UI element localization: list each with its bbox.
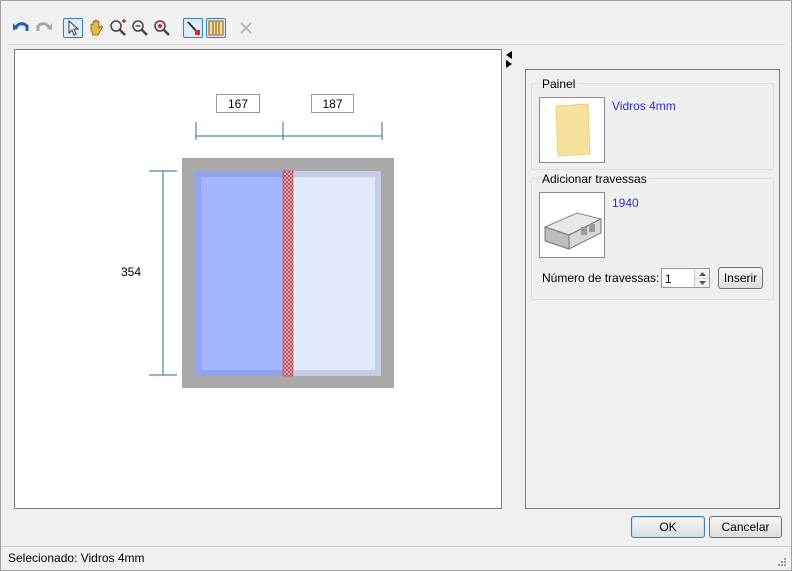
toolbar-separator [231,19,232,39]
redo-button[interactable] [34,18,54,38]
panel-item-label[interactable]: Vidros 4mm [612,99,676,113]
insert-button[interactable]: Inserir [718,267,763,289]
panel-group-title: Painel [540,77,578,91]
panel-group: Painel Vidros 4mm [531,77,774,170]
panel-thumbnail[interactable] [539,97,605,163]
zoom-out-icon [132,20,148,36]
pan-tool-button[interactable] [86,18,106,38]
crossbar-item-label[interactable]: 1940 [612,196,639,210]
toolbar [8,15,785,45]
zoom-in-button[interactable] [108,18,128,38]
crossbar-group-title: Adicionar travessas [540,172,649,186]
aluminium-profile-icon [543,212,603,250]
glass-panel-icon [555,103,591,157]
select-tool-button[interactable] [63,18,83,38]
resize-grip-icon[interactable] [777,557,787,567]
redo-icon [36,22,52,31]
splitter-toggle[interactable] [504,49,514,69]
status-bar: Selecionado: Vidros 4mm [1,546,791,570]
crossbar-count-stepper[interactable]: 1 [661,268,710,288]
expand-right-arrow-icon [506,60,512,68]
properties-panel: Painel Vidros 4mm Adicionar travessas 19… [525,69,780,509]
crossbar-tool-icon [187,21,200,35]
pan-hand-icon [90,19,103,36]
toolbar-separator [59,19,60,39]
zoom-fit-icon [154,20,170,36]
zoom-out-button[interactable] [130,18,150,38]
stepper-down-button[interactable] [695,278,709,287]
crossbar-tool-button[interactable] [183,18,203,38]
delete-icon [240,22,252,34]
vertical-dimension-line [149,170,177,376]
collapse-left-arrow-icon [506,51,512,59]
stepper-up-button[interactable] [695,269,709,278]
undo-button[interactable] [11,18,31,38]
dialog-window: 167 187 354 Painel Vidros 4mm Adicionar … [0,0,792,571]
crossbar-thumbnail[interactable] [539,192,605,258]
crossbar-count-value[interactable]: 1 [665,272,672,286]
zoom-in-icon [110,19,126,36]
window-drawing [149,122,394,388]
delete-button[interactable] [236,18,256,38]
pointer-icon [68,20,80,36]
crossbar-count-label: Número de travessas: [542,271,660,285]
panel-tool-button[interactable] [206,18,226,38]
caret-down-icon [698,281,706,285]
status-text: Selecionado: Vidros 4mm [8,551,145,565]
horizontal-dimension-line [195,122,383,140]
panel-tool-icon [208,20,224,36]
drawing-canvas[interactable]: 167 187 354 [14,49,502,509]
undo-icon [13,22,29,31]
cancel-button[interactable]: Cancelar [709,516,782,538]
stepper-buttons [694,269,709,287]
caret-up-icon [698,271,706,276]
ok-button[interactable]: OK [631,516,705,538]
crossbar-selected [282,170,294,377]
zoom-fit-button[interactable] [152,18,172,38]
toolbar-separator [178,19,179,39]
crossbar-group: Adicionar travessas 1940 Número de trave… [531,172,774,300]
